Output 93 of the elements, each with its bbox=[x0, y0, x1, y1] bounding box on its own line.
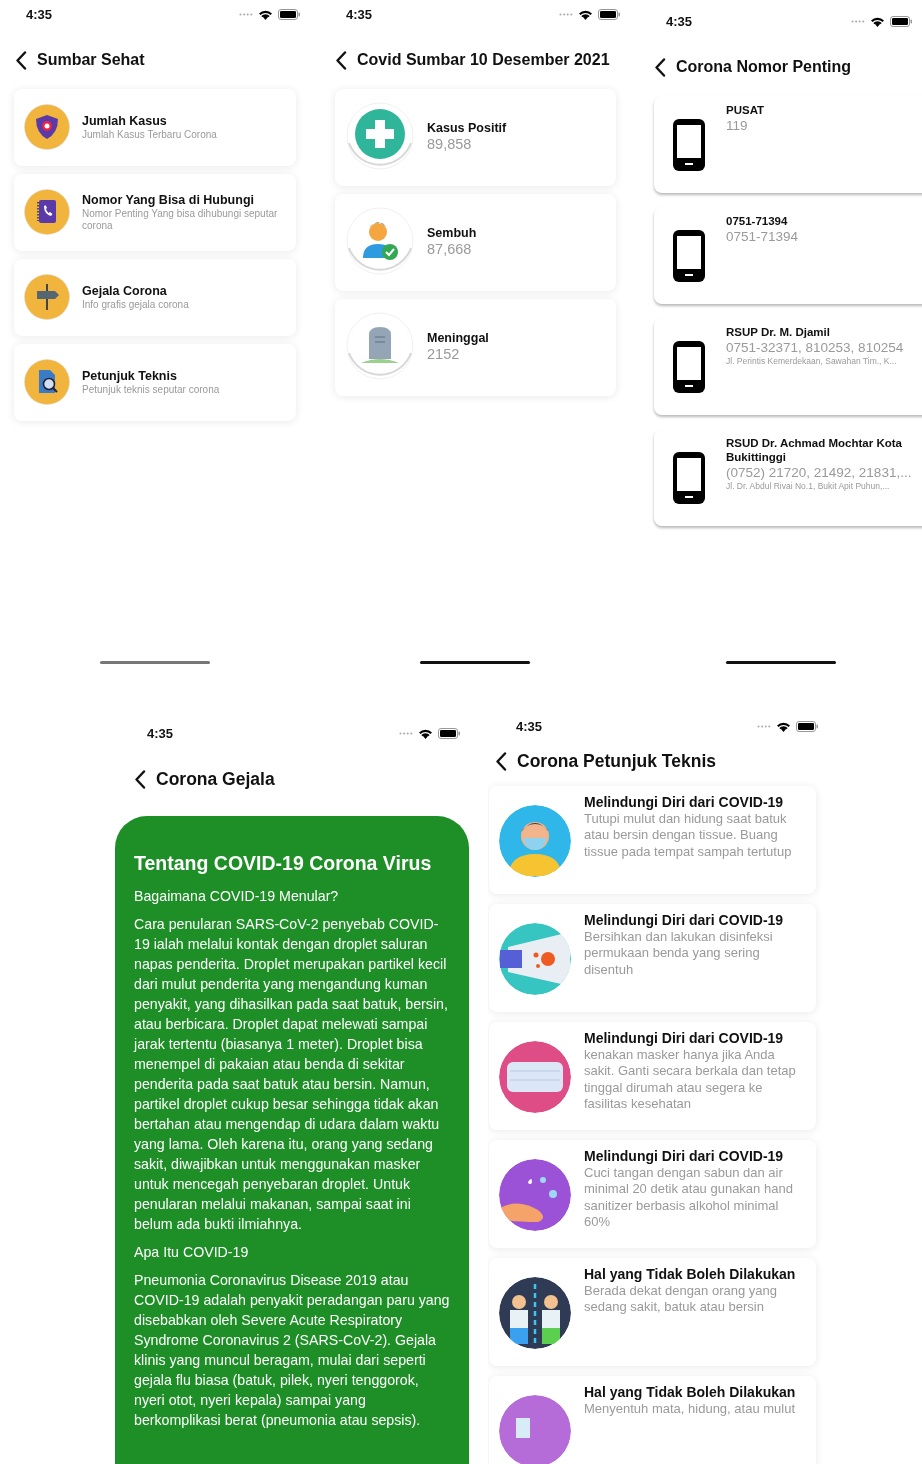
tip-text: Tutupi mulut dan hidung saat batuk atau bersin dengan tissue. Buang tissue pada tempat sampah tertutup bbox=[584, 810, 793, 861]
info-heading: Tentang COVID-19 Corona Virus bbox=[134, 852, 433, 875]
stat-label: Meninggal bbox=[427, 331, 489, 347]
document-search-icon bbox=[24, 358, 72, 407]
info-paragraph: Apa Itu COVID-19 bbox=[134, 1243, 250, 1262]
signal-dots-icon bbox=[239, 12, 253, 16]
stat-label: Kasus Positif bbox=[427, 121, 507, 137]
back-button[interactable] bbox=[654, 57, 666, 77]
address-text: Jl. Perintis Kemerdekaan, Sawahan Tim., K... bbox=[726, 356, 898, 367]
menu-card[interactable]: Petunjuk Teknis Petunjuk teknis seputar corona bbox=[14, 344, 296, 421]
stat-value: 87,668 bbox=[427, 241, 473, 259]
tip-title: Hal yang Tidak Boleh Dilakukan bbox=[584, 1266, 797, 1283]
status-time: 4:35 bbox=[516, 719, 543, 734]
signal-dots-icon bbox=[399, 731, 413, 735]
signal-dots-icon bbox=[559, 12, 573, 16]
card-subtitle: Jumlah Kasus Terbaru Corona bbox=[82, 129, 217, 141]
stat-value: 2152 bbox=[427, 346, 461, 364]
contact-name: RSUD Dr. Achmad Mochtar Kota Bukittinggi bbox=[726, 437, 903, 465]
contact-card[interactable]: RSUD Dr. Achmad Mochtar Kota Bukittinggi (0752) 21720, 21492, 21831,... Jl. Dr. Abdul Rivai No.1, Bukit Apit Puhun,... bbox=[654, 429, 922, 526]
tip-title: Hal yang Tidak Boleh Dilakukan bbox=[584, 1384, 796, 1401]
info-paragraph: Pneumonia Coronavirus Disease 2019 atau COVID-19 adalah penyakit peradangan paru yang disebabkan oleh Severe Acute Respiratory Syndrome Coronavirus 2 (SARS-CoV-2). Gejala klinis yang muncul beragam, mulai dari seperti gejala flu biasa (batuk, pilek, nyeri tenggorok, nyeri otot, nyeri kepala) sampai yang berkomplikasi berat (pneumonia atau sepsis). bbox=[134, 1271, 450, 1430]
tip-text: Berada dekat dengan orang yang sedang sakit, batuk atau bersin bbox=[584, 1282, 778, 1316]
wifi-icon bbox=[578, 8, 593, 20]
card-title: Petunjuk Teknis bbox=[82, 369, 178, 384]
stat-value: 89,858 bbox=[427, 136, 473, 154]
card-title: Jumlah Kasus bbox=[82, 114, 168, 129]
phone-number: (0752) 21720, 21492, 21831,... bbox=[726, 464, 913, 481]
card-title: Nomor Yang Bisa di Hubungi bbox=[82, 193, 255, 208]
contact-card[interactable]: PUSAT 119 bbox=[654, 96, 922, 193]
battery-icon bbox=[890, 15, 912, 27]
battery-icon bbox=[438, 727, 460, 739]
contact-name: RSUP Dr. M. Djamil bbox=[726, 326, 831, 340]
menu-card[interactable]: Jumlah Kasus Jumlah Kasus Terbaru Corona bbox=[14, 89, 296, 166]
battery-icon bbox=[796, 721, 818, 732]
tip-text: kenakan masker hanya jika Anda sakit. Ganti secara berkala dan tetap tinggal dirumah atau segera ke fasilitas kesehatan bbox=[584, 1046, 797, 1113]
phone-number: 0751-32371, 810253, 810254 bbox=[726, 339, 904, 356]
tip-card[interactable]: Melindungi Diri dari COVID-19 Cuci tangan dengan sabun dan air minimal 20 detik atau gunakan hand sanitizer berbasis alkohol minimal 60% bbox=[489, 1140, 816, 1248]
signpost-icon bbox=[24, 273, 72, 322]
contact-card[interactable]: 0751-71394 0751-71394 bbox=[654, 207, 922, 304]
wifi-icon bbox=[418, 727, 433, 739]
tip-card[interactable]: Melindungi Diri dari COVID-19 Bersihkan dan lakukan disinfeksi permukaan benda yang sering disentuh bbox=[489, 904, 816, 1012]
tip-card[interactable]: Melindungi Diri dari COVID-19 Tutupi mulut dan hidung saat batuk atau bersin dengan tissue. Buang tissue pada tempat sampah tertutup bbox=[489, 786, 816, 894]
tip-card[interactable]: Melindungi Diri dari COVID-19 kenakan masker hanya jika Anda sakit. Ganti secara berkala dan tetap tinggal dirumah atau segera ke fasilitas kesehatan bbox=[489, 1022, 816, 1130]
menu-card[interactable]: Nomor Yang Bisa di Hubungi Nomor Penting Yang bisa dihubungi seputar corona bbox=[14, 174, 296, 251]
info-paragraph: Cara penularan SARS-CoV-2 penyebab COVID-19 ialah melalui kontak dengan droplet saluran napas penderita. Droplet merupakan partikel kecil dari mulut penderita yang mengandung kuman penyakit, yang dihasilkan pada saat batuk, bersin, atau berbicara. Droplet dapat melewati sampai jarak tertentu (biasanya 1 meter). Droplet bisa menempel di pakaian atau benda di sekitar penderita pada saat batuk atau bersin. Namun, partikel droplet cukup besar sehingga tidak akan bertahan atau mengendap di udara dalam waktu yang lama. Oleh karena itu, orang yang sedang sakit, diwajibkan untuk menggunakan masker untuk mencegah penyebaran droplet. Untuk penularan melalui makanan, sampai saat ini belum ada bukti ilmiahnya. bbox=[134, 915, 449, 1234]
smartphone-icon bbox=[672, 117, 706, 172]
signal-dots-icon bbox=[757, 725, 771, 728]
screen-title: Corona Nomor Penting bbox=[676, 58, 852, 76]
signal-dots-icon bbox=[851, 19, 865, 23]
stat-label: Sembuh bbox=[427, 226, 477, 242]
tip-title: Melindungi Diri dari COVID-19 bbox=[584, 1030, 785, 1047]
smartphone-icon bbox=[672, 228, 706, 283]
battery-icon bbox=[598, 8, 620, 20]
back-button[interactable] bbox=[134, 769, 146, 789]
wifi-icon bbox=[870, 15, 885, 27]
status-time: 4:35 bbox=[26, 6, 53, 22]
tip-text: Cuci tangan dengan sabun dan air minimal 20 detik atau gunakan hand sanitizer berbasis alkohol minimal 60% bbox=[584, 1164, 794, 1231]
contact-card[interactable]: RSUP Dr. M. Djamil 0751-32371, 810253, 810254 Jl. Perintis Kemerdekaan, Sawahan Tim., K... bbox=[654, 318, 922, 415]
screen-title: Covid Sumbar 10 Desember 2021 bbox=[357, 51, 610, 69]
back-button[interactable] bbox=[15, 50, 27, 70]
battery-icon bbox=[278, 8, 300, 20]
phone-number: 119 bbox=[726, 117, 749, 134]
card-title: Gejala Corona bbox=[82, 284, 168, 299]
tip-card[interactable]: Hal yang Tidak Boleh Dilakukan Menyentuh mata, hidung, atau mulut bbox=[489, 1376, 816, 1464]
info-paragraph: Bagaimana COVID-19 Menular? bbox=[134, 887, 340, 906]
tip-title: Melindungi Diri dari COVID-19 bbox=[584, 1148, 785, 1165]
status-time: 4:35 bbox=[147, 725, 174, 741]
wifi-icon bbox=[258, 8, 273, 20]
tip-card[interactable]: Hal yang Tidak Boleh Dilakukan Berada dekat dengan orang yang sedang sakit, batuk atau bersin bbox=[489, 1258, 816, 1366]
status-time: 4:35 bbox=[666, 13, 693, 29]
smartphone-icon bbox=[672, 339, 706, 394]
phone-book-icon bbox=[24, 188, 72, 237]
screen-title: Corona Petunjuk Teknis bbox=[517, 751, 716, 772]
wifi-icon bbox=[776, 721, 791, 732]
address-text: Jl. Dr. Abdul Rivai No.1, Bukit Apit Puhun,... bbox=[726, 480, 891, 491]
menu-card[interactable]: Gejala Corona Info grafis gejala corona bbox=[14, 259, 296, 336]
status-time: 4:35 bbox=[346, 6, 373, 22]
screen-title: Corona Gejala bbox=[156, 768, 275, 790]
card-subtitle: Nomor Penting Yang bisa dihubungi seputar corona bbox=[82, 208, 279, 232]
back-button[interactable] bbox=[495, 752, 507, 771]
shield-icon bbox=[24, 103, 72, 152]
screen-title: Sumbar Sehat bbox=[37, 51, 145, 69]
tip-text: Menyentuh mata, hidung, atau mulut bbox=[584, 1400, 796, 1418]
contact-name: 0751-71394 bbox=[726, 215, 789, 229]
smartphone-icon bbox=[672, 450, 706, 505]
tip-title: Melindungi Diri dari COVID-19 bbox=[584, 794, 785, 811]
phone-number: 0751-71394 bbox=[726, 228, 799, 245]
contact-name: PUSAT bbox=[726, 104, 765, 118]
back-button[interactable] bbox=[335, 50, 347, 70]
tip-title: Melindungi Diri dari COVID-19 bbox=[584, 912, 785, 929]
card-subtitle: Info grafis gejala corona bbox=[82, 299, 189, 311]
card-subtitle: Petunjuk teknis seputar corona bbox=[82, 384, 220, 396]
tip-text: Bersihkan dan lakukan disinfeksi permukaan benda yang sering disentuh bbox=[584, 928, 774, 979]
